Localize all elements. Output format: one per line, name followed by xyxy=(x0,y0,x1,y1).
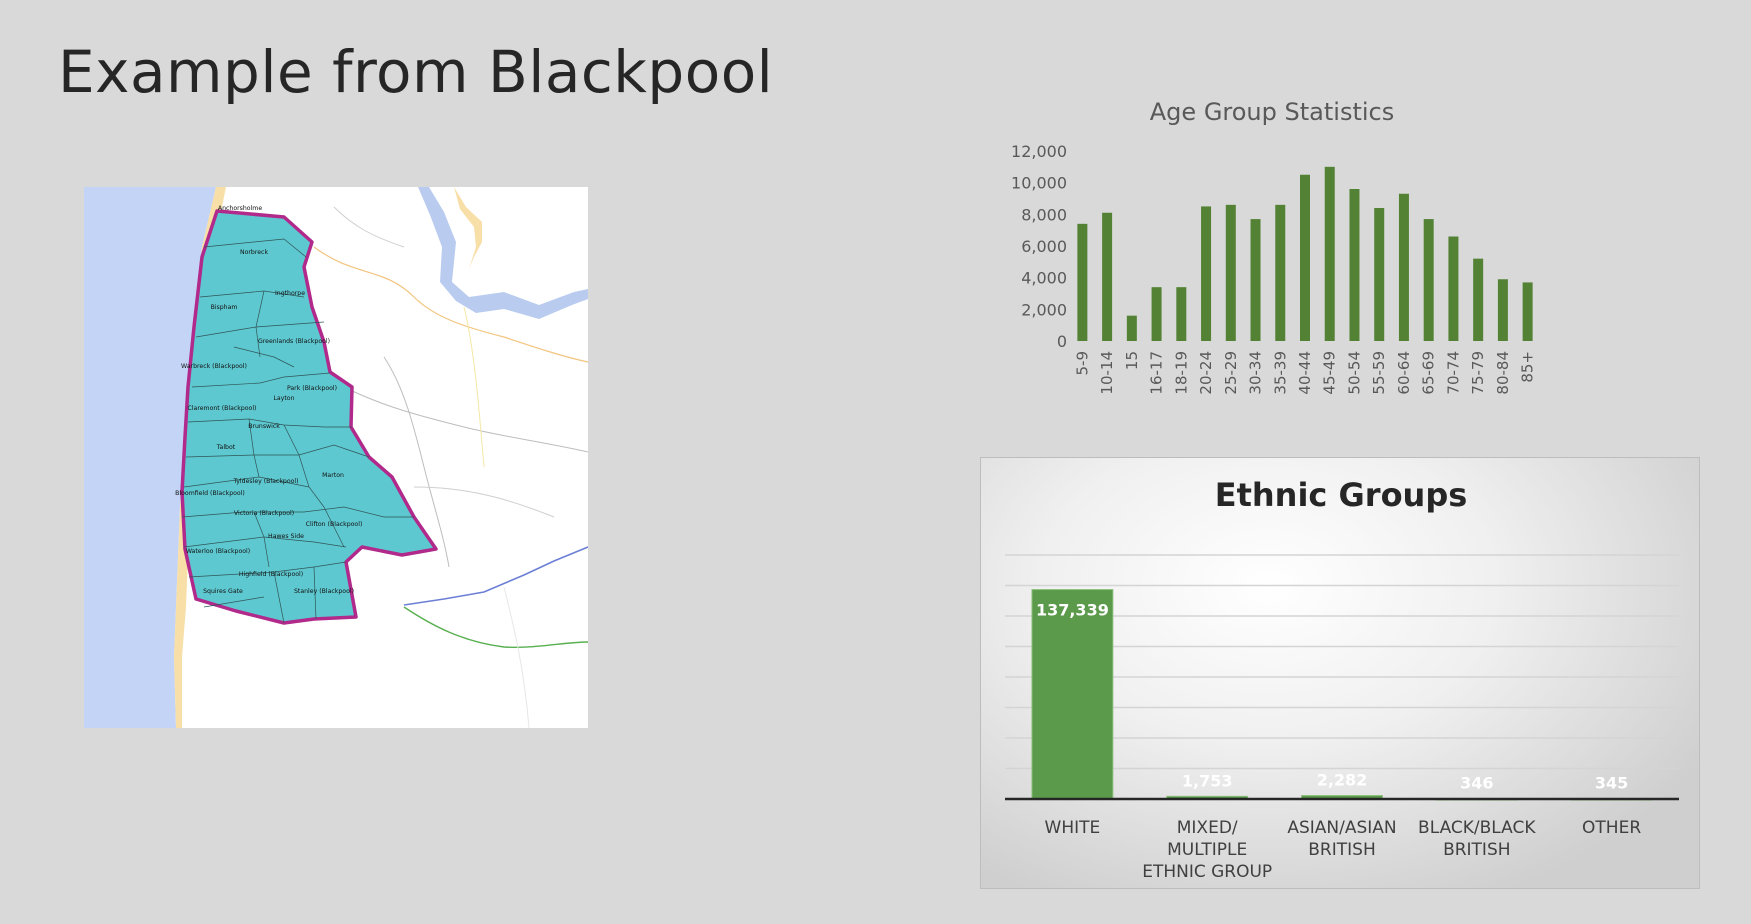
ward-label: Claremont (Blackpool) xyxy=(188,405,257,412)
ethnic-data-label: 345 xyxy=(1595,773,1628,792)
ward-label: Park (Blackpool) xyxy=(287,385,337,392)
ward-label: Bispham xyxy=(211,304,238,311)
ethnic-x-tick-label: BRITISH xyxy=(1308,840,1375,860)
ethnic-data-label: 137,339 xyxy=(1036,601,1109,620)
ethnic-x-tick-label: ETHNIC GROUP xyxy=(1142,862,1272,882)
ward-label: Anchorsholme xyxy=(218,205,262,212)
age-x-tick-label: 50-54 xyxy=(1345,351,1363,395)
ward-label: Marton xyxy=(322,472,344,479)
ethnic-x-tick-label: ASIAN/ASIAN xyxy=(1287,818,1396,838)
age-y-tick-label: 6,000 xyxy=(1021,237,1067,256)
age-y-tick-label: 0 xyxy=(1057,332,1067,351)
age-x-tick-label: 70-74 xyxy=(1444,351,1462,395)
age-y-tick-label: 4,000 xyxy=(1021,269,1067,288)
blackpool-ward-map: Anchorsholme Norbreck Ingthorpe Bispham Gree… xyxy=(84,187,588,728)
age-bar xyxy=(1102,212,1113,341)
age-bar xyxy=(1225,204,1236,341)
age-x-tick-label: 15 xyxy=(1123,351,1141,370)
age-x-tick-label: 60-64 xyxy=(1395,351,1413,395)
slide-title: Example from Blackpool xyxy=(58,38,774,106)
age-bar xyxy=(1324,166,1335,341)
ethnic-chart-title: Ethnic Groups xyxy=(1215,476,1468,514)
ethnic-x-tick-label: BRITISH xyxy=(1443,840,1510,860)
age-x-tick-label: 45-49 xyxy=(1321,351,1339,395)
age-bar xyxy=(1077,223,1088,341)
ethnic-groups-chart: Ethnic Groups 137,339 1,753 2,282 346 345 WH… xyxy=(1005,476,1679,882)
age-bars xyxy=(1077,166,1533,341)
map-svg: Anchorsholme Norbreck Ingthorpe Bispham Gree… xyxy=(84,187,588,728)
age-x-tick-label: 65-69 xyxy=(1420,351,1438,395)
ward-label: Bloomfield (Blackpool) xyxy=(175,490,245,497)
age-bar xyxy=(1201,206,1212,341)
age-bar xyxy=(1275,204,1286,341)
ethnic-groups-panel: Ethnic Groups 137,339 1,753 2,282 346 345 WH… xyxy=(980,457,1700,889)
ward-label: Talbot xyxy=(216,444,236,451)
age-bar xyxy=(1398,193,1409,341)
age-bar xyxy=(1176,287,1187,341)
ward-label: Ingthorpe xyxy=(275,290,305,297)
ward-label: Clifton (Blackpool) xyxy=(306,521,363,528)
age-x-tick-label: 25-29 xyxy=(1222,351,1240,395)
ethnic-x-tick-label: MULTIPLE xyxy=(1167,840,1247,860)
age-x-tick-label: 20-24 xyxy=(1197,351,1215,395)
ward-label: Waterloo (Blackpool) xyxy=(186,548,250,555)
age-chart-title: Age Group Statistics xyxy=(1150,98,1394,126)
age-x-tick-label: 40-44 xyxy=(1296,351,1314,395)
age-bar xyxy=(1473,258,1484,341)
ward-label: Brunswick xyxy=(248,423,280,430)
ward-label: Layton xyxy=(273,395,294,402)
age-group-chart: Age Group Statistics 12,000 10,000 8,000 6,… xyxy=(1011,98,1537,395)
age-y-tick-label: 2,000 xyxy=(1021,300,1067,319)
ward-label: Highfield (Blackpool) xyxy=(239,571,303,578)
age-x-tick-label: 55-59 xyxy=(1370,351,1388,395)
age-bar xyxy=(1250,219,1261,341)
ward-label: Warbreck (Blackpool) xyxy=(181,363,247,370)
age-bar xyxy=(1374,208,1385,341)
age-x-tick-label: 85+ xyxy=(1519,351,1537,383)
age-bar xyxy=(1522,282,1533,341)
wards-area xyxy=(180,209,438,625)
age-bar xyxy=(1448,236,1459,341)
age-x-tick-label: 16-17 xyxy=(1148,351,1166,395)
age-x-tick-label: 35-39 xyxy=(1271,351,1289,395)
ethnic-x-tick-label: MIXED/ xyxy=(1177,818,1238,838)
ward-label: Hawes Side xyxy=(268,533,304,540)
ethnic-data-label: 2,282 xyxy=(1317,771,1368,790)
ward-label: Squires Gate xyxy=(203,588,243,595)
age-bar xyxy=(1497,279,1508,341)
ethnic-bar xyxy=(1031,589,1114,800)
ward-label: Greenlands (Blackpool) xyxy=(258,338,330,345)
ethnic-x-axis: WHITE MIXED/MULTIPLEETHNIC GROUP ASIAN/ASI… xyxy=(1045,818,1642,882)
age-bar xyxy=(1349,189,1360,341)
age-bar xyxy=(1300,174,1310,341)
ethnic-data-label: 1,753 xyxy=(1182,771,1233,790)
ward-label: Norbreck xyxy=(240,249,269,256)
age-x-tick-label: 18-19 xyxy=(1172,351,1190,395)
age-x-tick-label: 80-84 xyxy=(1494,351,1512,395)
age-x-axis: 5-9 10-14 15 16-17 18-19 20-24 25-29 30-34 35-39… xyxy=(1073,351,1536,395)
age-y-tick-label: 10,000 xyxy=(1011,174,1067,193)
age-x-tick-label: 10-14 xyxy=(1098,351,1116,395)
age-x-tick-label: 30-34 xyxy=(1247,351,1265,395)
map-river xyxy=(418,187,588,319)
ethnic-data-label: 346 xyxy=(1460,773,1493,792)
age-y-tick-label: 12,000 xyxy=(1011,142,1067,161)
ethnic-x-tick-label: OTHER xyxy=(1582,818,1641,838)
age-y-axis: 12,000 10,000 8,000 6,000 4,000 2,000 0 xyxy=(1011,142,1067,351)
age-bar xyxy=(1423,219,1434,341)
ward-label: Tyldesley (Blackpool) xyxy=(232,478,298,485)
age-bar xyxy=(1151,287,1162,341)
age-y-tick-label: 8,000 xyxy=(1021,205,1067,224)
ward-label: Victoria (Blackpool) xyxy=(234,510,294,517)
age-x-tick-label: 75-79 xyxy=(1469,351,1487,395)
age-bar xyxy=(1126,315,1137,341)
ethnic-x-tick-label: BLACK/BLACK xyxy=(1418,818,1536,838)
ward-label: Stanley (Blackpool) xyxy=(294,588,354,595)
age-x-tick-label: 5-9 xyxy=(1073,351,1091,376)
map-river-bank xyxy=(454,187,482,269)
ethnic-x-tick-label: WHITE xyxy=(1045,818,1101,838)
